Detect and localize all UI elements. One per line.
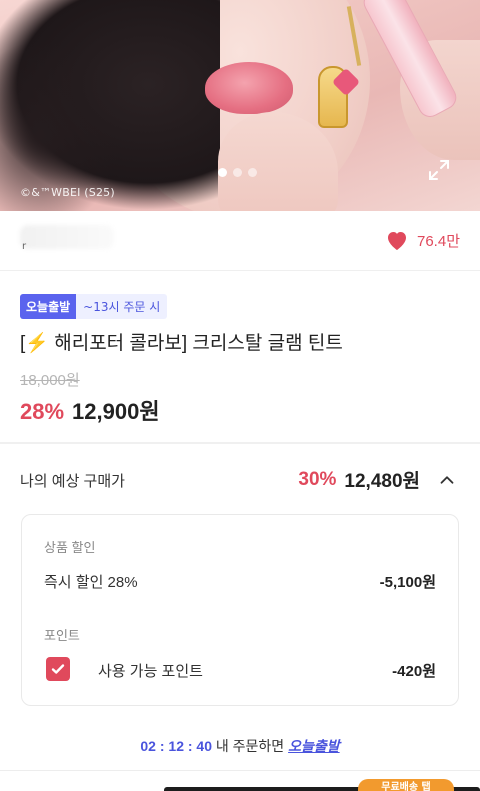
chevron-up-icon[interactable]: [436, 469, 458, 491]
discount-percent: 28%: [20, 399, 65, 424]
expected-price-label: 나의 예상 구매가: [20, 473, 125, 490]
heart-icon: [388, 232, 406, 250]
sale-price: 12,900원: [72, 399, 160, 424]
expected-discount-percent: 30%: [298, 468, 337, 490]
delivery-countdown: 02 : 12 : 40 내 주문하면 오늘출발: [0, 736, 480, 756]
carousel-dot[interactable]: [233, 168, 242, 177]
today-delivery-link[interactable]: 오늘출발: [288, 738, 340, 754]
carousel-dot[interactable]: [218, 168, 227, 177]
carousel-indicator: [218, 168, 257, 177]
usable-point-value: -420원: [392, 663, 436, 680]
brand-name-blurred[interactable]: [20, 225, 114, 249]
check-icon: [51, 664, 65, 674]
product-image[interactable]: ©&™WBEI (S25): [0, 0, 480, 211]
usable-point-label: 사용 가능 포인트: [98, 663, 203, 680]
brand-row: r 76.4만: [0, 211, 480, 271]
today-delivery-badge: 오늘출발: [20, 294, 77, 319]
expected-price: 12,480원: [344, 471, 420, 492]
carousel-dot[interactable]: [248, 168, 257, 177]
order-cutoff-badge: ~13시 주문 시: [76, 294, 168, 319]
countdown-text: 내 주문하면: [212, 738, 289, 754]
product-title: [⚡ 해리포터 콜라보] 크리스탈 글램 틴트: [20, 328, 343, 355]
countdown-timer: 02 : 12 : 40: [140, 738, 212, 754]
product-discount-section-label: 상품 할인: [44, 540, 96, 555]
discount-breakdown-panel: 상품 할인 즉시 할인 28% -5,100원 포인트 사용 가능 포인트 -4…: [21, 514, 459, 706]
delivery-badges: 오늘출발 ~13시 주문 시: [20, 294, 168, 319]
lightning-icon: ⚡: [25, 333, 49, 354]
expand-icon[interactable]: [427, 158, 451, 182]
point-checkbox[interactable]: [46, 657, 70, 681]
model-lips: [205, 62, 293, 114]
bottom-divider: [0, 770, 480, 771]
expected-price-toggle[interactable]: 30% 12,480원: [298, 466, 458, 493]
title-text: 해리포터 콜라보] 크리스탈 글램 틴트: [48, 333, 343, 354]
section-divider: [0, 442, 480, 444]
brand-mark: r: [22, 241, 27, 252]
like-button[interactable]: 76.4만: [385, 229, 460, 251]
image-copyright: ©&™WBEI (S25): [20, 186, 115, 199]
point-section-label: 포인트: [44, 628, 80, 643]
likes-count: 76.4만: [417, 232, 460, 250]
original-price: 18,000원: [20, 372, 80, 389]
free-shipping-tag: 무료배송 탭: [358, 779, 454, 791]
instant-discount-value: -5,100원: [379, 574, 436, 591]
sale-price-row: 28% 12,900원: [20, 394, 160, 426]
instant-discount-label: 즉시 할인 28%: [44, 574, 138, 591]
